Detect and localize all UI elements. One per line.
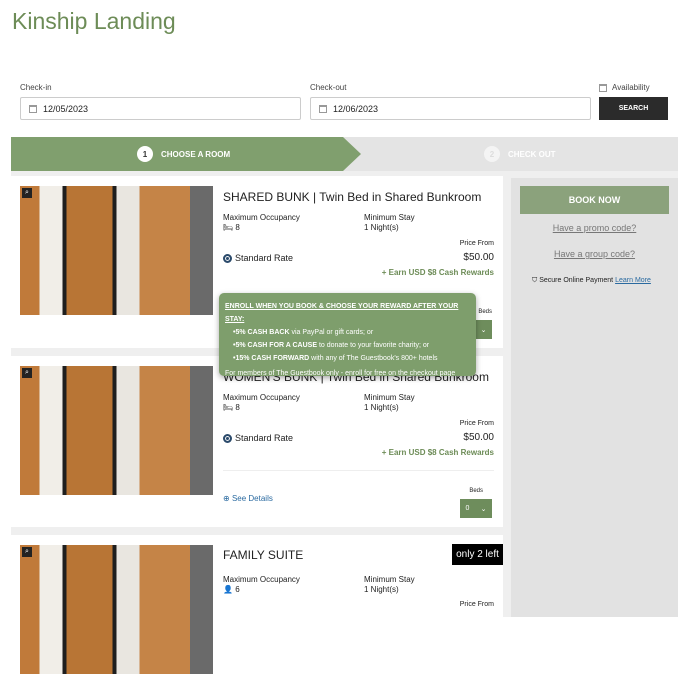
calendar-icon — [319, 104, 327, 113]
room-card: ⌕ WOMEN'S BUNK | Twin Bed in Shared Bunk… — [11, 356, 503, 527]
bed-icon: 🛏 — [223, 403, 236, 412]
min-stay-value: 1 Night(s) — [364, 585, 399, 594]
step-choose-room: 1 CHOOSE A ROOM — [137, 146, 230, 162]
availability-label: Availability — [612, 83, 650, 92]
step-checkout: 2 CHECK OUT — [484, 146, 556, 162]
beds-label: Beds — [469, 488, 483, 494]
step-label: CHECK OUT — [508, 149, 556, 159]
rate-option[interactable]: Standard Rate — [223, 253, 293, 264]
step-number: 1 — [137, 146, 153, 162]
room-title: SHARED BUNK | Twin Bed in Shared Bunkroo… — [223, 190, 482, 204]
step-number: 2 — [484, 146, 500, 162]
price: $50.00 — [463, 252, 494, 263]
chevron-down-icon: ⌄ — [480, 505, 487, 513]
min-stay-value: 1 Night(s) — [364, 223, 399, 232]
price: $50.00 — [463, 432, 494, 443]
zoom-icon[interactable]: ⌕ — [22, 368, 32, 378]
checkin-label: Check-in — [20, 83, 52, 92]
learn-more-link[interactable]: Learn More — [615, 277, 651, 284]
checkin-input[interactable]: 12/05/2023 — [20, 97, 301, 120]
room-photo[interactable]: ⌕ — [20, 366, 213, 495]
checkin-value: 12/05/2023 — [43, 103, 89, 114]
rewards-link[interactable]: + Earn USD $8 Cash Rewards — [382, 268, 494, 278]
page-title: Kinship Landing — [12, 8, 176, 34]
room-title: FAMILY SUITE — [223, 548, 304, 562]
min-stay-label: Minimum Stay — [364, 575, 415, 584]
person-icon: 👤 — [223, 585, 236, 594]
tooltip-footer: For members of The Guestbook only - enro… — [225, 370, 456, 377]
search-button[interactable]: SEARCH — [599, 97, 668, 120]
promo-code-link[interactable]: Have a promo code? — [511, 223, 678, 233]
progress-steps: 1 CHOOSE A ROOM 2 CHECK OUT — [11, 137, 678, 171]
price-from-label: Price From — [459, 240, 494, 247]
calendar-icon — [599, 83, 607, 92]
radio-selected-icon[interactable] — [223, 254, 232, 264]
plus-circle-icon: ⊕ — [223, 494, 232, 503]
tooltip-heading: ENROLL WHEN YOU BOOK & CHOOSE YOUR REWAR… — [225, 303, 459, 323]
rewards-link[interactable]: + Earn USD $8 Cash Rewards — [382, 448, 494, 458]
checkout-input[interactable]: 12/06/2023 — [310, 97, 591, 120]
min-stay-value: 1 Night(s) — [364, 403, 399, 412]
chevron-down-icon: ⌄ — [480, 326, 487, 334]
secure-payment: ⛉ Secure Online Payment Learn More — [532, 277, 651, 284]
group-code-link[interactable]: Have a group code? — [511, 249, 678, 259]
checkout-label: Check-out — [310, 83, 347, 92]
occupancy-label: Maximum Occupancy — [223, 393, 300, 402]
room-card: ⌕ FAMILY SUITE Maximum Occupancy 👤 6 Min… — [11, 535, 503, 674]
book-now-button[interactable]: BOOK NOW — [520, 186, 669, 214]
min-stay-label: Minimum Stay — [364, 213, 415, 222]
zoom-icon[interactable]: ⌕ — [22, 547, 32, 557]
price-from-label: Price From — [459, 420, 494, 427]
bed-icon: 🛏 — [223, 223, 236, 232]
calendar-icon — [29, 104, 37, 113]
occupancy-value: 👤 6 — [223, 585, 240, 594]
room-photo[interactable]: ⌕ — [20, 186, 213, 315]
tooltip-item: •5% CASH FOR A CAUSE to donate to your f… — [233, 342, 430, 349]
zoom-icon[interactable]: ⌕ — [22, 188, 32, 198]
occupancy-label: Maximum Occupancy — [223, 213, 300, 222]
occupancy-value: 🛏 8 — [223, 403, 240, 412]
tooltip-item: •15% CASH FORWARD with any of The Guestb… — [233, 355, 438, 362]
occupancy-label: Maximum Occupancy — [223, 575, 300, 584]
checkout-value: 12/06/2023 — [333, 103, 379, 114]
min-stay-label: Minimum Stay — [364, 393, 415, 402]
availability-link[interactable]: Availability — [599, 83, 650, 92]
step-label: CHOOSE A ROOM — [161, 149, 231, 159]
beds-select[interactable]: 0⌄ — [460, 499, 492, 518]
rate-option[interactable]: Standard Rate — [223, 433, 293, 444]
availability-badge: only 2 left — [452, 544, 503, 565]
radio-selected-icon[interactable] — [223, 434, 232, 444]
price-from-label: Price From — [459, 601, 494, 608]
rewards-tooltip: ENROLL WHEN YOU BOOK & CHOOSE YOUR REWAR… — [219, 293, 476, 377]
tooltip-item: •5% CASH BACK via PayPal or gift cards; … — [233, 329, 374, 336]
beds-label: Beds — [478, 309, 492, 315]
room-photo[interactable]: ⌕ — [20, 545, 213, 674]
booking-sidebar: BOOK NOW Have a promo code? Have a group… — [511, 178, 678, 617]
occupancy-value: 🛏 8 — [223, 223, 240, 232]
see-details-link[interactable]: ⊕ See Details — [223, 494, 273, 504]
